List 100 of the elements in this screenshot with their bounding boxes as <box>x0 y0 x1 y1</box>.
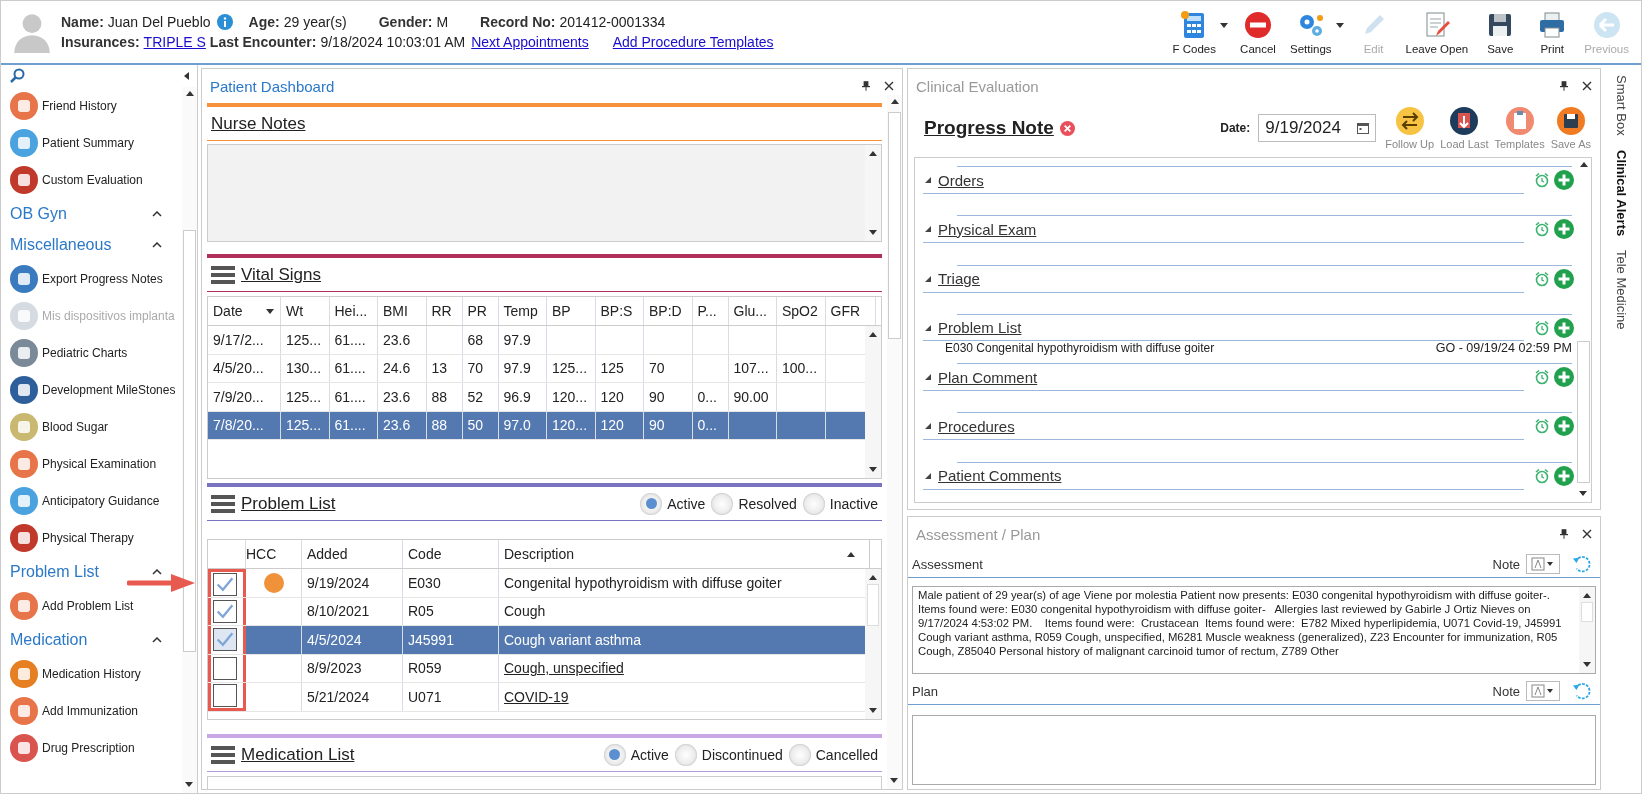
action-button[interactable]: Follow Up <box>1382 106 1438 150</box>
caret-icon[interactable] <box>1220 22 1228 28</box>
header-link[interactable]: Next Appointments <box>471 34 589 50</box>
chevron-icon[interactable] <box>152 210 162 217</box>
sort-caret-icon[interactable] <box>847 551 855 557</box>
column-header[interactable]: Added <box>302 540 403 568</box>
radio-option[interactable]: Active <box>603 743 669 766</box>
scrollbar[interactable] <box>887 95 902 789</box>
sidebar-item[interactable]: Pediatric Charts <box>1 334 182 371</box>
column-header[interactable]: Wt <box>281 297 330 325</box>
sidebar-item[interactable]: Blood Sugar <box>1 408 182 445</box>
action-button[interactable]: Templates <box>1491 106 1548 150</box>
nurse-notes-field[interactable] <box>207 144 882 242</box>
add-icon[interactable] <box>1554 268 1574 289</box>
section-title[interactable]: Vital Signs <box>241 264 321 285</box>
sidebar-item[interactable]: Physical Therapy <box>1 519 182 556</box>
table-row[interactable]: 8/9/2023 R059 Cough, unspecified <box>208 654 865 683</box>
assessment-text-field[interactable]: Male patient of 29 year(s) of age Viene por molestia Patient now presents: E030 congenital hypothyroidism with diffuse goiter-. Items found were: E030 congenital hypothyroidism with diffuse goiter- Allergies last reviewed by Gabirle J Ortiz Nieves on 9/17/2024 4:53:02 PM. Items found were: Crustacean Items found were: E782 Mixed hyperlipidemia, U071 Covid-19, J45991 Cough variant asthma, R059 Cough, unspecified, M6281 Muscle weakness (generalized), Z23 Encounter for immunization, R05 Cough, Z85040 Personal history of malignant carcinoid tumor of rectum, Z789 Other <box>912 586 1596 674</box>
column-header[interactable]: PR <box>462 297 499 325</box>
action-button[interactable]: Save As <box>1547 106 1594 150</box>
section-title[interactable]: Plan Comment <box>938 368 1038 386</box>
radio-option[interactable]: Inactive <box>802 492 878 515</box>
close-icon[interactable] <box>1582 529 1592 539</box>
sidebar-item[interactable]: Custom Evaluation <box>1 161 182 198</box>
section-title[interactable]: Nurse Notes <box>211 113 306 134</box>
toolbar-button[interactable]: Print <box>1526 7 1579 57</box>
expand-icon[interactable] <box>925 423 931 430</box>
sidebar-group-title[interactable]: Miscellaneous <box>10 235 112 254</box>
column-header[interactable]: HCC <box>246 540 302 568</box>
column-header[interactable]: Temp <box>498 297 547 325</box>
toolbar-button[interactable]: Cancel <box>1232 7 1284 57</box>
calendar-icon[interactable] <box>1357 122 1370 134</box>
plan-text-field[interactable] <box>912 715 1596 785</box>
sidebar-item[interactable]: Drug Prescription <box>1 729 182 766</box>
section-title[interactable]: Patient Comments <box>938 467 1062 485</box>
section-title[interactable]: Procedures <box>938 418 1015 435</box>
radio-option[interactable]: Discontinued <box>674 743 783 766</box>
alarm-clock-icon[interactable] <box>1534 418 1550 435</box>
sidebar-item[interactable]: Patient Summary <box>1 124 182 161</box>
table-row[interactable]: 7/8/20... 125... 61.... 23.6 88 50 97.0 120... 120 90 0... <box>208 411 865 440</box>
radio-option[interactable]: Cancelled <box>788 743 878 766</box>
sidebar-group-title[interactable]: Medication <box>10 630 88 649</box>
alarm-clock-icon[interactable] <box>1534 270 1550 287</box>
side-tab[interactable]: Smart Box <box>1613 75 1629 136</box>
sidebar-group-title[interactable]: OB Gyn <box>10 204 67 223</box>
expand-icon[interactable] <box>925 177 931 183</box>
scrollbar[interactable] <box>865 326 881 478</box>
header-link[interactable]: Add Procedure Templates <box>612 34 774 50</box>
sidebar-item[interactable]: Friend History <box>1 87 182 124</box>
description-link[interactable]: Cough, unspecified <box>504 660 624 677</box>
column-header[interactable]: Date <box>208 297 281 325</box>
sort-caret-icon[interactable] <box>266 308 274 314</box>
menu-icon[interactable] <box>211 744 235 765</box>
checkbox[interactable] <box>213 628 237 652</box>
section-title[interactable]: Orders <box>938 171 984 189</box>
expand-icon[interactable] <box>925 324 931 331</box>
checkbox[interactable] <box>213 599 237 623</box>
sidebar-item[interactable]: Development MileStones <box>1 371 182 408</box>
refresh-icon[interactable] <box>1572 681 1592 701</box>
sidebar-group-title[interactable]: Problem List <box>10 562 99 581</box>
table-row[interactable]: 9/19/2024 E030 Congenital hypothyroidism with diffuse goiter <box>208 569 865 598</box>
remove-icon[interactable] <box>1059 120 1075 136</box>
action-button[interactable]: Load Last <box>1437 106 1492 150</box>
checkbox[interactable] <box>213 683 237 707</box>
scrollbar[interactable] <box>865 569 881 719</box>
close-icon[interactable] <box>884 81 894 91</box>
chevron-icon[interactable] <box>152 636 162 643</box>
section-title[interactable]: Medication List <box>241 744 355 765</box>
search-icon[interactable] <box>9 68 25 84</box>
column-header[interactable]: SpO2 <box>777 297 826 325</box>
collapse-icon[interactable] <box>184 72 189 80</box>
toolbar-button[interactable]: Save <box>1474 7 1527 57</box>
sidebar-item[interactable]: Medication History <box>1 655 182 692</box>
column-header[interactable]: Hei... <box>329 297 378 325</box>
table-row[interactable]: 4/5/2024 J45991 Cough variant asthma <box>208 626 865 655</box>
column-header[interactable]: BP:S <box>595 297 644 325</box>
sidebar-item[interactable]: Export Progress Notes <box>1 260 182 297</box>
add-icon[interactable] <box>1554 416 1574 437</box>
add-icon[interactable] <box>1554 219 1574 240</box>
add-icon[interactable] <box>1554 170 1574 190</box>
alarm-clock-icon[interactable] <box>1534 369 1550 386</box>
insurance-link[interactable]: TRIPLE S <box>143 34 206 50</box>
column-header[interactable]: Description <box>499 540 870 568</box>
sidebar-item[interactable]: Add Immunization <box>1 692 182 729</box>
add-icon[interactable] <box>1554 465 1574 486</box>
section-title[interactable]: Triage <box>938 270 980 288</box>
table-row[interactable]: 5/21/2024 U071 COVID-19 <box>208 683 865 712</box>
alarm-clock-icon[interactable] <box>1534 172 1550 188</box>
toolbar-button[interactable]: Leave Open <box>1399 7 1475 57</box>
column-header[interactable]: BP:D <box>644 297 693 325</box>
chevron-icon[interactable] <box>152 241 162 248</box>
column-header[interactable]: Glu... <box>728 297 777 325</box>
column-header[interactable]: RR <box>426 297 463 325</box>
format-dropdown[interactable] <box>1526 681 1560 701</box>
column-header[interactable]: BMI <box>378 297 427 325</box>
column-header[interactable]: BP <box>547 297 596 325</box>
alarm-clock-icon[interactable] <box>1534 221 1550 238</box>
date-field[interactable]: 9/19/2024 <box>1258 114 1377 142</box>
info-icon[interactable] <box>216 14 233 30</box>
alarm-clock-icon[interactable] <box>1534 319 1550 336</box>
